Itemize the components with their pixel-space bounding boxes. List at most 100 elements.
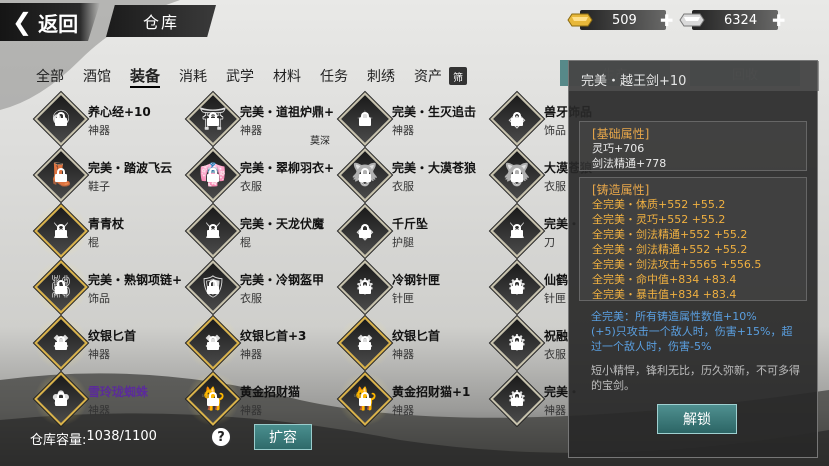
item-name: 完美・天龙伏魔 <box>240 217 325 231</box>
lock-icon <box>358 336 372 350</box>
item-name: 养心经+10 <box>88 105 151 119</box>
item-name: 冷钢针匣 <box>392 273 441 287</box>
base-attribute-line: 灵巧+706 <box>592 142 645 155</box>
gold-ingot-icon <box>567 13 593 27</box>
lock-icon <box>206 280 220 294</box>
item-icon: 🐺 <box>338 148 392 202</box>
back-button[interactable]: ❮ 返回 <box>0 3 100 41</box>
lock-icon <box>206 168 220 182</box>
gold-currency: 509 ✚ <box>566 9 673 31</box>
unlock-button[interactable]: 解锁 <box>657 404 737 434</box>
item-slot[interactable]: ⛓完美・熟钢项链+ 饰品 <box>32 258 186 316</box>
item-slot[interactable]: ✦完美・生灭追击神器 <box>338 92 490 146</box>
page-title: 仓库 <box>106 5 216 37</box>
expand-capacity-button[interactable]: 扩容 <box>254 424 312 450</box>
item-icon: ⚔ <box>32 202 90 260</box>
item-slot[interactable]: 🐈黄金招财猫+1 神器 <box>336 370 490 428</box>
item-slot[interactable]: ✖纹银匕首神器 <box>32 314 186 372</box>
item-slot[interactable]: 👢完美・踏波飞云鞋子 <box>34 148 186 202</box>
tab-equipment[interactable]: 装备 <box>130 65 161 88</box>
tab-material[interactable]: 材料 <box>273 66 301 86</box>
item-slot[interactable]: 🐺完美・大漠苍狼衣服 <box>338 148 490 202</box>
item-type: 神器 <box>240 124 262 137</box>
lock-icon <box>206 224 220 238</box>
tab-assets[interactable]: 资产 <box>414 66 442 86</box>
item-icon: ✖ <box>184 314 242 372</box>
item-name: 完美・熟钢项链+ <box>88 273 183 287</box>
item-type: 护腿 <box>392 236 414 249</box>
item-slot[interactable]: ✿雪玲珑蜘蛛神器 <box>32 370 186 428</box>
item-detail-title: 完美・越王剑+10 <box>569 61 819 91</box>
item-type: 神器 <box>240 404 262 417</box>
top-bar: ❮ 返回 仓库 509 ✚ 6324 ✚ <box>0 0 829 44</box>
item-icon: 🛡 <box>186 260 240 314</box>
item-slot[interactable]: ✖纹银匕首神器 <box>336 314 490 372</box>
tab-embroidery[interactable]: 刺绣 <box>367 66 395 86</box>
item-type: 饰品 <box>544 124 566 137</box>
item-slot[interactable]: 🐈黄金招财猫神器 <box>184 370 338 428</box>
capacity-display: 仓库容量: 1038/1100 <box>30 429 157 448</box>
lock-icon <box>358 392 372 406</box>
item-slot[interactable]: 👘完美・翠柳羽衣+ 衣服 <box>186 148 338 202</box>
item-type: 衣服 <box>544 348 566 361</box>
item-slot[interactable]: ⛩完美・道祖炉鼎+ 神器莫深 <box>186 92 338 147</box>
item-type: 针匣 <box>392 292 414 305</box>
item-icon: ⛩ <box>186 92 240 146</box>
lock-icon <box>510 280 524 294</box>
base-attribute-line: 剑法精通+778 <box>592 157 667 170</box>
item-name: 黄金招财猫 <box>240 385 301 399</box>
base-attributes-heading: [基础属性] <box>592 127 650 141</box>
item-slot[interactable]: ✖纹银匕首+3 神器 <box>184 314 338 372</box>
item-slot[interactable]: 🛡完美・冷钢盔甲衣服 <box>186 260 338 314</box>
item-type: 衣服 <box>392 180 414 193</box>
item-icon: ◈ <box>490 92 544 146</box>
lock-icon <box>358 168 372 182</box>
tab-all[interactable]: 全部 <box>36 66 64 86</box>
lock-icon <box>358 112 372 126</box>
filter-button[interactable]: 筛 <box>449 67 468 85</box>
item-name: 完美・道祖炉鼎+ <box>240 105 335 119</box>
item-slot[interactable]: ⚙冷钢针匣针匣 <box>338 260 490 314</box>
forge-attribute-line: 全完美・命中值+834 +83.4 <box>592 273 737 286</box>
lock-icon <box>510 168 524 182</box>
item-icon: ⚙ <box>490 372 544 426</box>
item-name: 完美・翠柳羽衣+ <box>240 161 335 175</box>
item-slot[interactable]: ⬙千斤坠护腿 <box>338 204 490 258</box>
lock-icon <box>510 112 524 126</box>
forge-attributes-heading: [铸造属性] <box>592 183 650 197</box>
tab-consumable[interactable]: 消耗 <box>179 66 207 86</box>
help-icon[interactable]: ? <box>210 426 232 448</box>
base-attributes-box: [基础属性] 灵巧+706 剑法精通+778 <box>579 121 807 171</box>
silver-currency: 6324 ✚ <box>678 9 785 31</box>
item-type: 衣服 <box>544 180 566 193</box>
item-type: 针匣 <box>544 292 566 305</box>
item-type: 衣服 <box>240 180 262 193</box>
item-icon: 🐈 <box>336 370 394 428</box>
item-type: 神器 <box>240 348 262 361</box>
item-icon: 🐺 <box>490 148 544 202</box>
forge-attribute-line: 全完美・剑法精通+552 +55.2 <box>592 243 748 256</box>
item-slot[interactable]: ☯养心经+10 神器 <box>34 92 186 146</box>
item-icon: ⛓ <box>32 258 90 316</box>
chevron-left-icon: ❮ <box>12 8 33 36</box>
forge-attribute-line: 全完美・体质+552 +55.2 <box>592 198 726 211</box>
item-icon: ✖ <box>32 314 90 372</box>
item-slot[interactable]: ⚔完美・天龙伏魔棍 <box>186 204 338 258</box>
item-icon: ⚔ <box>490 204 544 258</box>
lock-icon <box>54 112 68 126</box>
item-icon: ⚔ <box>186 204 240 258</box>
item-slot[interactable]: ⚔青青杖棍 <box>32 202 186 260</box>
forge-attribute-line: 全完美・剑法攻击+5565 +556.5 <box>592 258 762 271</box>
tab-tavern[interactable]: 酒馆 <box>83 66 111 86</box>
capacity-label: 仓库容量: <box>30 433 87 448</box>
item-name: 雪玲珑蜘蛛 <box>88 385 149 399</box>
add-silver-button[interactable]: ✚ <box>772 11 785 30</box>
add-gold-button[interactable]: ✚ <box>660 11 673 30</box>
category-tabs: 全部 酒馆 装备 消耗 武学 材料 任务 刺绣 资产 筛 <box>36 62 468 90</box>
item-type: 棍 <box>88 236 99 249</box>
item-type: 饰品 <box>88 292 110 305</box>
tab-martial[interactable]: 武学 <box>226 66 254 86</box>
item-type: 棍 <box>240 236 251 249</box>
item-icon: ☯ <box>34 92 88 146</box>
tab-quest[interactable]: 任务 <box>320 66 348 86</box>
